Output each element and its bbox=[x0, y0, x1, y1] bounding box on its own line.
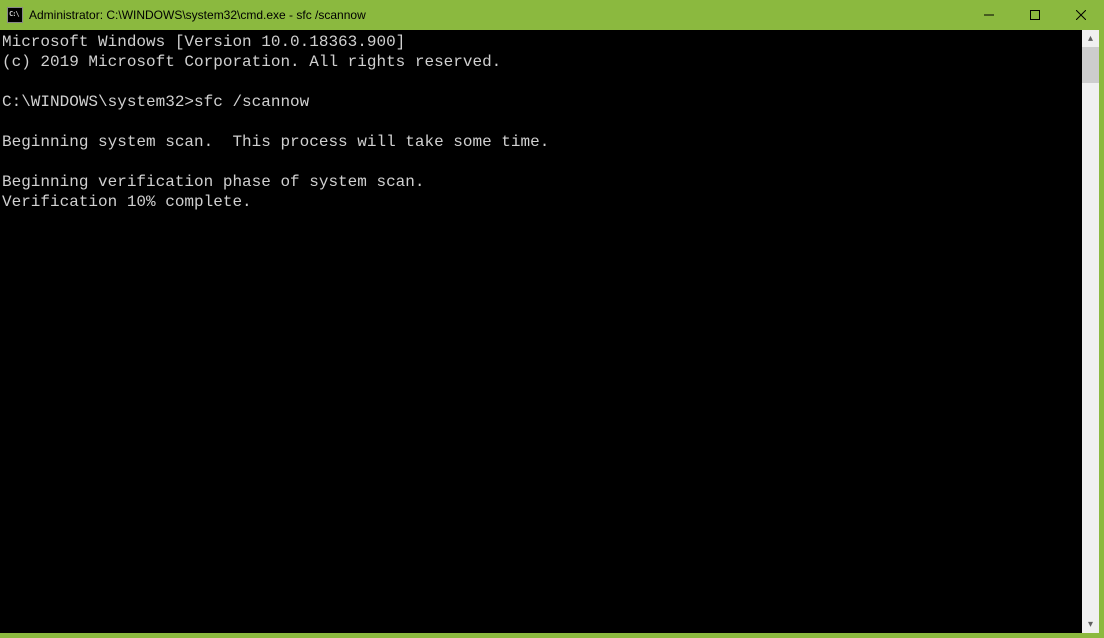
chevron-down-icon: ▾ bbox=[1088, 620, 1093, 630]
console-line-scan-start: Beginning system scan. This process will… bbox=[2, 132, 1082, 152]
vertical-scrollbar[interactable]: ▴ ▾ bbox=[1082, 30, 1099, 633]
console-line-version: Microsoft Windows [Version 10.0.18363.90… bbox=[2, 32, 1082, 52]
maximize-icon bbox=[1030, 10, 1040, 20]
console-prompt: C:\WINDOWS\system32> bbox=[2, 93, 194, 111]
console-line-verify-progress: Verification 10% complete. bbox=[2, 192, 1082, 212]
console-blank bbox=[2, 112, 1082, 132]
console-blank bbox=[2, 152, 1082, 172]
console-line-verify-phase: Beginning verification phase of system s… bbox=[2, 172, 1082, 192]
client-area: Microsoft Windows [Version 10.0.18363.90… bbox=[0, 30, 1104, 638]
scroll-thumb[interactable] bbox=[1082, 47, 1099, 83]
minimize-icon bbox=[984, 10, 994, 20]
window-controls bbox=[966, 0, 1104, 30]
scroll-up-button[interactable]: ▴ bbox=[1082, 30, 1099, 47]
cmd-icon bbox=[7, 7, 23, 23]
console-prompt-line: C:\WINDOWS\system32>sfc /scannow bbox=[2, 92, 1082, 112]
titlebar: Administrator: C:\WINDOWS\system32\cmd.e… bbox=[0, 0, 1104, 30]
console-blank bbox=[2, 72, 1082, 92]
scroll-track[interactable] bbox=[1082, 47, 1099, 616]
window-title: Administrator: C:\WINDOWS\system32\cmd.e… bbox=[29, 8, 966, 22]
minimize-button[interactable] bbox=[966, 0, 1012, 30]
console-command: sfc /scannow bbox=[194, 93, 309, 111]
console-output[interactable]: Microsoft Windows [Version 10.0.18363.90… bbox=[0, 30, 1082, 633]
console-line-copyright: (c) 2019 Microsoft Corporation. All righ… bbox=[2, 52, 1082, 72]
maximize-button[interactable] bbox=[1012, 0, 1058, 30]
close-icon bbox=[1076, 10, 1086, 20]
scroll-down-button[interactable]: ▾ bbox=[1082, 616, 1099, 633]
close-button[interactable] bbox=[1058, 0, 1104, 30]
chevron-up-icon: ▴ bbox=[1088, 34, 1093, 44]
